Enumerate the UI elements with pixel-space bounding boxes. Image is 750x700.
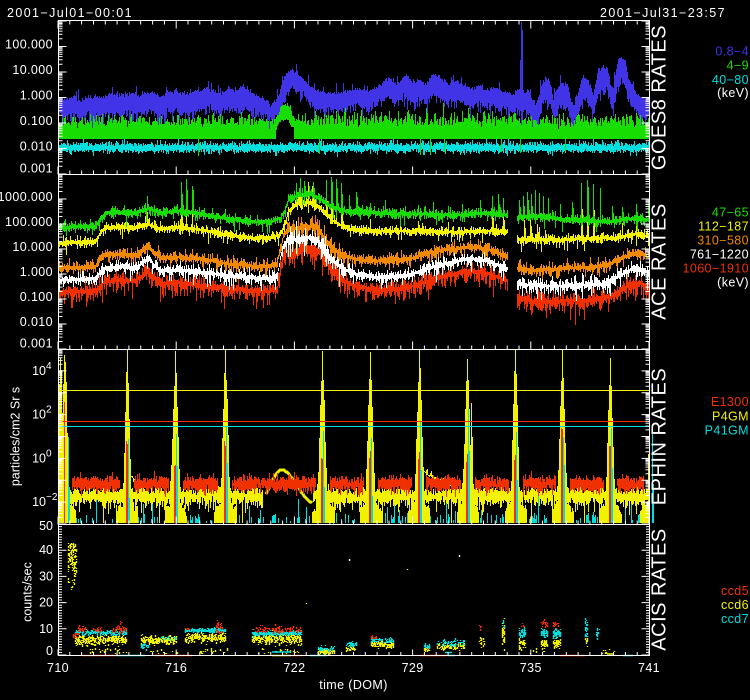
- svg-text:729: 729: [402, 661, 424, 675]
- svg-text:2001−Jul31−23:57: 2001−Jul31−23:57: [600, 6, 726, 20]
- svg-text:ccd5: ccd5: [721, 584, 749, 598]
- svg-text:(keV): (keV): [717, 86, 749, 100]
- svg-text:10.000: 10.000: [12, 63, 53, 77]
- svg-text:1.000: 1.000: [20, 265, 53, 279]
- svg-text:761−1220: 761−1220: [690, 248, 749, 262]
- svg-text:100.000: 100.000: [5, 38, 53, 52]
- svg-text:10: 10: [32, 451, 46, 465]
- svg-text:0: 0: [46, 644, 53, 658]
- svg-text:10.000: 10.000: [12, 240, 53, 254]
- svg-text:0.100: 0.100: [20, 114, 53, 128]
- svg-text:10: 10: [39, 622, 53, 636]
- svg-text:0.010: 0.010: [20, 140, 53, 154]
- svg-text:−2: −2: [46, 492, 58, 503]
- svg-text:30: 30: [39, 569, 53, 583]
- svg-text:ccd6: ccd6: [721, 598, 749, 612]
- svg-text:0.001: 0.001: [20, 162, 53, 176]
- svg-text:ACIS RATES: ACIS RATES: [649, 528, 671, 650]
- svg-text:10: 10: [32, 364, 46, 378]
- svg-text:50: 50: [39, 519, 53, 533]
- svg-text:ACE RATES: ACE RATES: [649, 203, 671, 319]
- svg-text:0.001: 0.001: [20, 337, 53, 351]
- svg-text:40−80: 40−80: [712, 73, 749, 87]
- svg-text:0.8−4: 0.8−4: [715, 45, 749, 59]
- svg-text:2001−Jul01−00:01: 2001−Jul01−00:01: [7, 6, 133, 20]
- svg-text:ccd7: ccd7: [721, 612, 749, 626]
- svg-text:735: 735: [520, 661, 542, 675]
- svg-text:2: 2: [46, 405, 52, 416]
- svg-text:710: 710: [47, 661, 69, 675]
- svg-text:(keV): (keV): [717, 276, 749, 290]
- svg-text:20: 20: [39, 596, 53, 610]
- svg-text:0: 0: [46, 448, 52, 459]
- svg-text:716: 716: [165, 661, 187, 675]
- svg-text:47−65: 47−65: [712, 206, 749, 220]
- svg-text:1.000: 1.000: [20, 89, 53, 103]
- svg-text:10: 10: [32, 408, 46, 422]
- svg-text:time (DOM): time (DOM): [319, 678, 388, 692]
- svg-text:10: 10: [32, 495, 46, 509]
- svg-text:112−187: 112−187: [698, 220, 749, 234]
- svg-text:particles/cm2 Sr s: particles/cm2 Sr s: [9, 387, 23, 486]
- svg-text:722: 722: [283, 661, 305, 675]
- svg-text:741: 741: [638, 661, 660, 675]
- svg-text:1060−1910: 1060−1910: [682, 262, 749, 276]
- svg-text:100.000: 100.000: [5, 215, 53, 229]
- svg-text:counts/sec: counts/sec: [21, 562, 35, 622]
- svg-text:310−580: 310−580: [697, 234, 749, 248]
- svg-text:E1300: E1300: [711, 395, 749, 409]
- svg-text:P41GM: P41GM: [705, 424, 749, 438]
- svg-text:4−9: 4−9: [727, 59, 749, 73]
- svg-text:1000.000: 1000.000: [0, 190, 53, 204]
- svg-text:40: 40: [39, 543, 53, 557]
- svg-text:4: 4: [46, 361, 52, 372]
- svg-text:0.010: 0.010: [20, 315, 53, 329]
- svg-text:P4GM: P4GM: [712, 410, 749, 424]
- svg-text:0.100: 0.100: [20, 290, 53, 304]
- svg-text:GOES8 RATES: GOES8 RATES: [649, 25, 671, 170]
- svg-text:EPHIN RATES: EPHIN RATES: [649, 368, 671, 505]
